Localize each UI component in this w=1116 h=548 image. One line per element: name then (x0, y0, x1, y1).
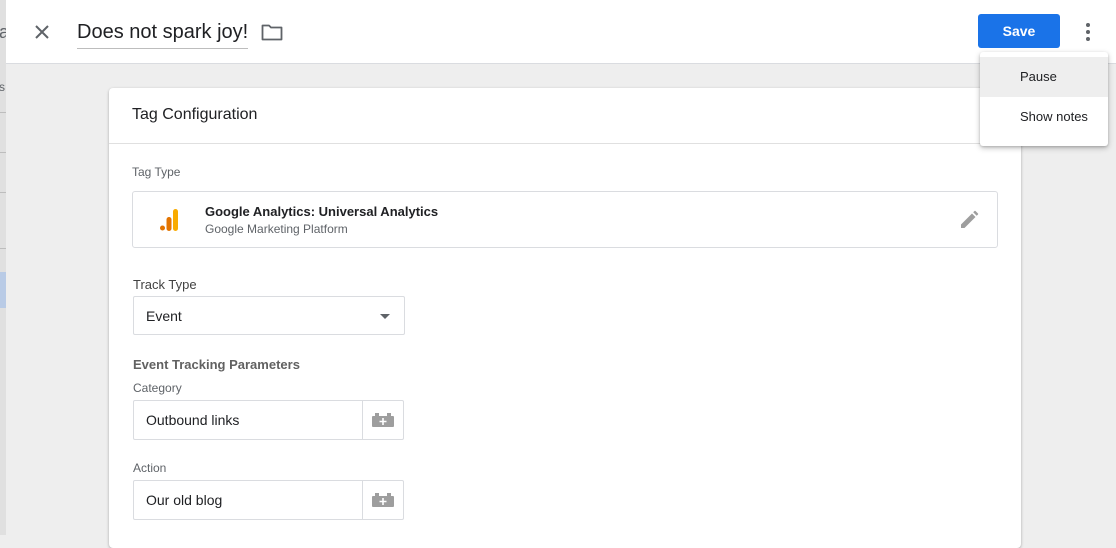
folder-button[interactable] (260, 20, 284, 44)
track-type-label: Track Type (133, 277, 197, 292)
close-icon (35, 25, 49, 39)
underlay-divider (0, 192, 6, 193)
action-label: Action (133, 461, 167, 475)
page-title: Does not spark joy! (77, 21, 249, 43)
more-options-menu: Pause Show notes (980, 52, 1108, 146)
underlay-divider (0, 152, 6, 153)
card-title: Tag Configuration (132, 106, 258, 123)
event-tracking-parameters-label: Event Tracking Parameters (133, 357, 300, 372)
tag-name-field[interactable]: Does not spark joy! (77, 16, 249, 49)
card-header: Tag Configuration (109, 88, 1021, 144)
tag-type-selector[interactable]: Google Analytics: Universal Analytics Go… (132, 191, 998, 248)
insert-variable-button[interactable] (362, 481, 403, 519)
google-analytics-icon (160, 209, 178, 231)
category-label: Category (133, 381, 182, 395)
close-button[interactable] (28, 18, 56, 46)
variable-brick-icon (372, 493, 394, 507)
underlay-divider (0, 112, 6, 113)
folder-icon (261, 24, 283, 41)
tag-type-label: Tag Type (132, 165, 181, 179)
editor-header: Does not spark joy! Save (6, 0, 1116, 64)
track-type-value: Event (146, 308, 182, 324)
tag-configuration-card: Tag Configuration Tag Type Google Analyt… (109, 88, 1021, 548)
action-input[interactable] (134, 481, 362, 519)
underlay-divider (0, 248, 6, 249)
variable-brick-icon (372, 413, 394, 427)
save-button[interactable]: Save (978, 14, 1060, 48)
category-input[interactable] (134, 401, 362, 439)
menu-item-pause[interactable]: Pause (980, 57, 1108, 97)
tag-type-provider: Google Marketing Platform (205, 222, 348, 236)
chevron-down-icon (380, 314, 390, 319)
action-field (133, 480, 404, 520)
tag-type-name: Google Analytics: Universal Analytics (205, 204, 439, 219)
underlying-page: a s (0, 0, 6, 535)
underlay-text-fragment: s (0, 80, 5, 94)
more-options-button[interactable] (1076, 18, 1100, 46)
menu-item-show-notes[interactable]: Show notes (980, 97, 1108, 137)
insert-variable-button[interactable] (362, 401, 403, 439)
edit-pencil-icon[interactable] (959, 210, 979, 230)
track-type-select[interactable]: Event (133, 296, 405, 335)
underlay-selected-row (0, 272, 6, 308)
more-vert-icon (1086, 23, 1090, 41)
category-field (133, 400, 404, 440)
